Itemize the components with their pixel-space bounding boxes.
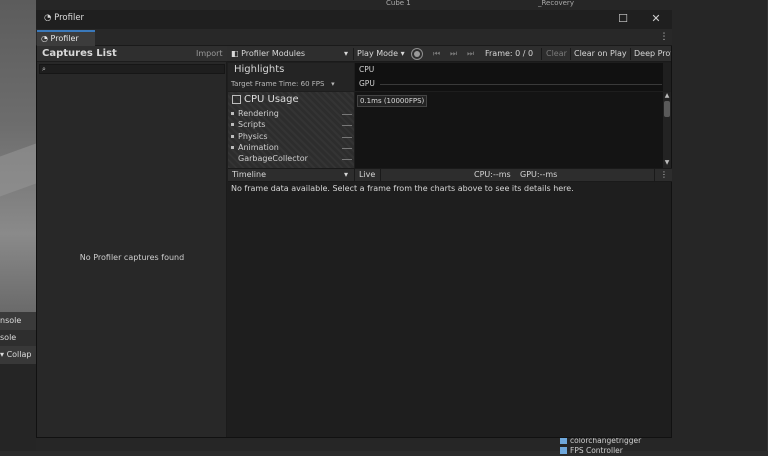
category-dash <box>342 159 352 160</box>
tab-bar <box>36 29 672 46</box>
cpu-usage-title: CPU Usage <box>244 94 299 105</box>
view-mode-dropdown[interactable]: ▾ <box>344 168 348 182</box>
tab-label: Profiler <box>50 34 79 43</box>
gameobject-icon <box>560 437 567 444</box>
profiler-icon: ◔ <box>41 34 48 43</box>
hierarchy-cube-label[interactable]: Cube 1 <box>386 0 436 8</box>
cpu-category-item[interactable]: Animation <box>231 142 279 153</box>
toolbar-divider <box>354 169 355 181</box>
category-dash <box>342 148 352 149</box>
scroll-down-icon[interactable]: ▼ <box>663 159 671 167</box>
highlights-title: Highlights <box>234 64 285 75</box>
console-tab[interactable]: nsole <box>0 312 36 330</box>
close-button[interactable]: ✕ <box>647 11 665 27</box>
cpu-category-label: GarbageCollector <box>238 154 308 163</box>
category-dash <box>342 114 352 115</box>
hierarchy-recovery-label[interactable]: _Recovery <box>538 0 598 8</box>
hierarchy-divider <box>672 0 768 451</box>
cpu-scale-label: 0.1ms (10000FPS) <box>357 95 428 107</box>
toolbar-divider <box>654 169 655 181</box>
scroll-up-icon[interactable]: ▲ <box>663 92 671 100</box>
frame-counter: Frame: 0 / 0 <box>485 49 534 58</box>
hierarchy-item[interactable]: FPS Controller <box>560 446 660 456</box>
profiler-modules-dropdown[interactable]: ◧ Profiler Modules <box>231 46 305 62</box>
toolbar-divider <box>380 169 381 181</box>
import-button[interactable]: Import <box>196 46 223 62</box>
deep-profile-toggle[interactable]: Deep Prof <box>634 46 671 62</box>
cpu-category-label: Animation <box>238 143 279 152</box>
cpu-icon <box>232 95 241 104</box>
maximize-button[interactable]: ☐ <box>614 11 632 27</box>
category-swatch <box>231 135 234 138</box>
window-titlebar[interactable] <box>36 10 672 29</box>
cpu-category-label: Scripts <box>238 120 266 129</box>
profiler-icon: ◔ <box>44 13 52 23</box>
chevron-down-icon: ▾ <box>400 49 405 58</box>
cpu-category-item[interactable]: GarbageCollector <box>231 153 308 164</box>
play-mode-label: Play Mode <box>357 49 399 58</box>
toolbar-divider <box>570 48 571 60</box>
no-frame-data-message: No frame data available. Select a frame … <box>231 184 574 193</box>
modules-icon: ◧ <box>231 49 239 58</box>
window-title-label: Profiler <box>54 13 85 23</box>
highlights-cpu-label: CPU <box>359 65 375 74</box>
console-body <box>0 364 36 451</box>
chevron-down-icon: ▾ <box>326 80 335 88</box>
category-swatch <box>231 157 234 160</box>
toolbar-divider <box>353 48 354 60</box>
cpu-category-label: Physics <box>238 132 268 141</box>
cpu-frame-time: CPU:--ms <box>474 170 511 179</box>
next-frame-icon[interactable]: ⏭ <box>450 46 457 62</box>
tab-profiler[interactable]: ◔ Profiler <box>37 30 95 46</box>
kebab-menu-icon[interactable]: ⋮ <box>658 31 670 44</box>
cpu-category-item[interactable]: Rendering <box>231 108 279 119</box>
captures-panel <box>37 46 227 437</box>
category-dash <box>342 137 352 138</box>
highlights-scroll-gutter <box>663 63 671 91</box>
collapse-button[interactable]: ▾ Collap <box>0 346 36 364</box>
live-toggle[interactable]: Live <box>359 168 375 182</box>
collapse-label: Collap <box>6 350 32 359</box>
clear-button[interactable]: Clear <box>546 46 567 62</box>
details-view <box>228 182 671 437</box>
target-frame-time-dropdown[interactable]: Target Frame Time: 60 FPS ▾ <box>231 79 335 89</box>
view-mode-label: Timeline <box>232 170 267 179</box>
cpu-category-item[interactable]: Physics <box>231 131 268 142</box>
kebab-menu-icon[interactable]: ⋮ <box>658 168 670 182</box>
category-dash <box>342 125 352 126</box>
window-title: ◔ Profiler <box>44 12 84 25</box>
search-icon: ⌕ <box>42 65 46 73</box>
first-frame-icon[interactable]: ⏮ <box>433 46 440 62</box>
chevron-down-icon: ▾ <box>344 49 349 58</box>
target-frame-time-label: Target Frame Time: 60 FPS <box>231 80 325 88</box>
toolbar-divider <box>541 48 542 60</box>
highlights-gpu-label: GPU <box>359 79 375 88</box>
toolbar-divider <box>630 48 631 60</box>
highlights-chart[interactable] <box>355 63 663 91</box>
captures-title: Captures List <box>42 48 117 59</box>
cpu-category-label: Rendering <box>238 109 279 118</box>
details-toolbar <box>228 168 672 182</box>
last-frame-icon[interactable]: ⏭ <box>467 46 474 62</box>
scrollbar-thumb[interactable] <box>664 101 670 117</box>
category-swatch <box>231 112 234 115</box>
clear-on-play-toggle[interactable]: Clear on Play <box>574 46 627 62</box>
highlights-gpu-track <box>380 84 662 85</box>
play-mode-dropdown[interactable]: Play Mode ▾ <box>357 46 405 62</box>
console-subtab[interactable]: sole <box>0 330 36 346</box>
cpu-category-item[interactable]: Scripts <box>231 119 265 130</box>
profiler-modules-label: Profiler Modules <box>241 49 306 58</box>
gpu-frame-time: GPU:--ms <box>520 170 558 179</box>
category-swatch <box>231 123 234 126</box>
captures-empty-message: No Profiler captures found <box>79 253 185 262</box>
captures-search-input[interactable]: ⌕ <box>39 64 225 74</box>
category-swatch <box>231 146 234 149</box>
record-dot <box>414 51 420 57</box>
